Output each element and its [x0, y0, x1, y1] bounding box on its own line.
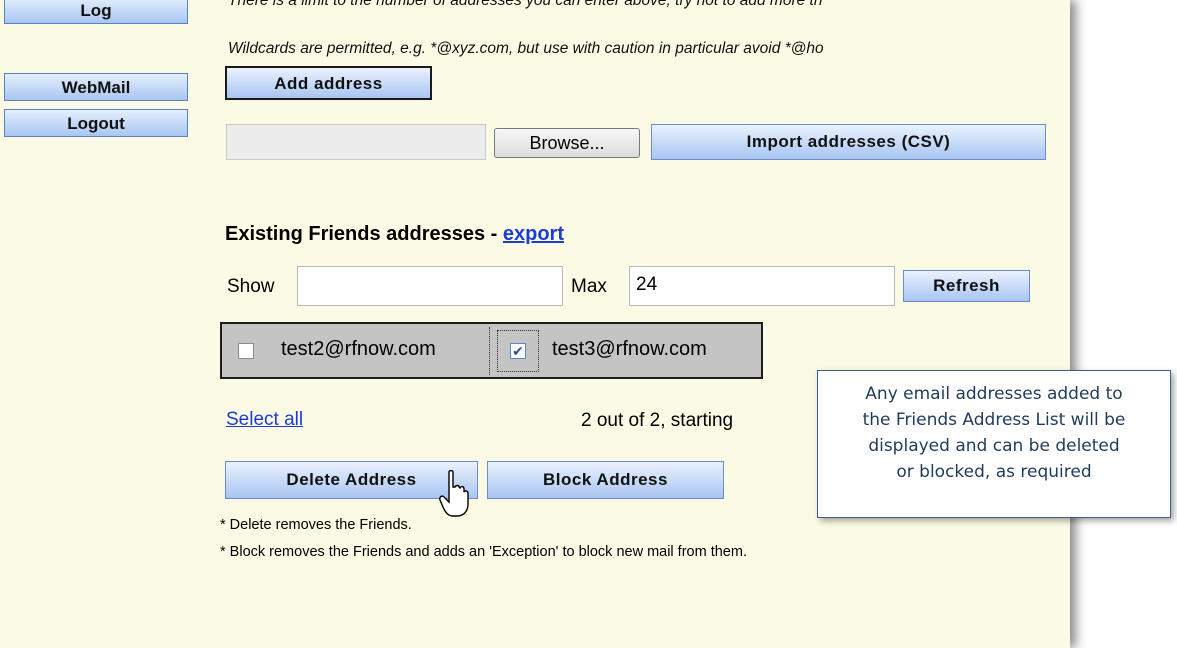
- add-address-button[interactable]: Add address: [225, 66, 432, 100]
- mouse-pointer-icon: [439, 470, 469, 517]
- browse-button[interactable]: Browse...: [494, 128, 640, 158]
- existing-heading: Existing Friends addresses - export: [225, 223, 564, 246]
- callout-line-4: or blocked, as required: [896, 462, 1092, 482]
- address-list: test2@rfnow.com ✔ test3@rfnow.com: [220, 322, 763, 379]
- export-link[interactable]: export: [503, 223, 564, 245]
- existing-heading-text: Existing Friends addresses -: [225, 223, 503, 245]
- info-callout: Any email addresses added to the Friends…: [817, 370, 1171, 518]
- limit-instruction: There is a limit to the number of addres…: [228, 0, 823, 9]
- nav-log-button[interactable]: Log: [4, 0, 188, 24]
- address-item-1: test2@rfnow.com: [281, 338, 436, 360]
- select-all-link[interactable]: Select all: [226, 409, 303, 431]
- address-item-2: test3@rfnow.com: [552, 338, 707, 360]
- import-addresses-button[interactable]: Import addresses (CSV): [651, 124, 1046, 160]
- callout-line-2: the Friends Address List will be: [862, 410, 1126, 430]
- callout-line-1: Any email addresses added to: [865, 384, 1123, 404]
- nav-webmail-button[interactable]: WebMail: [4, 73, 188, 101]
- max-label: Max: [571, 276, 607, 297]
- main-panel: Log WebMail Logout There is a limit to t…: [0, 0, 1070, 648]
- csv-file-field[interactable]: [226, 124, 486, 160]
- nav-logout-button[interactable]: Logout: [4, 109, 188, 137]
- show-input[interactable]: [297, 266, 563, 306]
- address-separator: [489, 327, 492, 375]
- max-input[interactable]: 24: [629, 266, 895, 306]
- refresh-button[interactable]: Refresh: [903, 270, 1030, 302]
- wildcard-instruction: Wildcards are permitted, e.g. *@xyz.com,…: [228, 40, 824, 57]
- checkmark-icon: ✔: [512, 343, 524, 359]
- block-note: * Block removes the Friends and adds an …: [220, 544, 747, 560]
- address-checkbox-2[interactable]: ✔: [510, 343, 526, 359]
- pagination-text: 2 out of 2, starting: [581, 410, 734, 431]
- show-label: Show: [227, 276, 275, 297]
- block-address-button[interactable]: Block Address: [487, 461, 724, 499]
- callout-line-3: displayed and can be deleted: [868, 436, 1120, 456]
- address-checkbox-1[interactable]: [238, 343, 254, 359]
- delete-note: * Delete removes the Friends.: [220, 517, 412, 533]
